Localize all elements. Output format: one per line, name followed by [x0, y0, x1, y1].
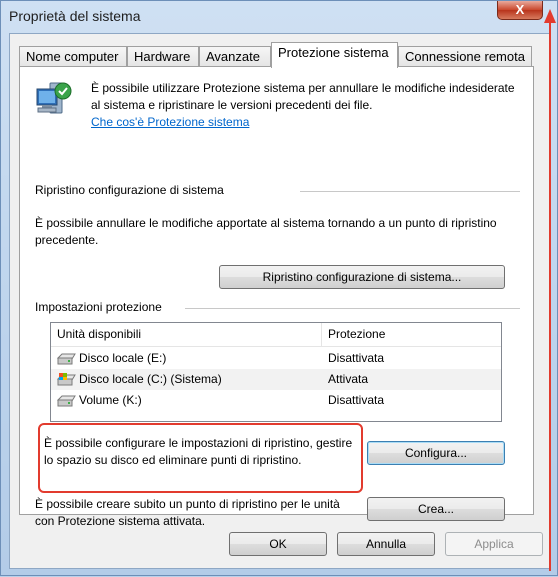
drive-row-k[interactable]: Volume (K:) Disattivata — [51, 390, 501, 411]
hard-drive-icon — [56, 395, 76, 407]
apply-button[interactable]: Applica — [445, 532, 543, 556]
configure-button[interactable]: Configura... — [367, 441, 505, 465]
drives-list-header: Unità disponibili Protezione — [51, 323, 501, 347]
what-is-system-protection-link[interactable]: Che cos'è Protezione sistema — [91, 115, 249, 129]
restore-section-title: Ripristino configurazione di sistema — [35, 183, 224, 197]
system-drive-icon — [56, 373, 76, 386]
tab-hardware[interactable]: Hardware — [127, 46, 199, 67]
close-button[interactable]: X — [497, 1, 543, 20]
system-properties-window: Proprietà del sistema X Nome computer Ha… — [0, 0, 558, 576]
drive-protection-status: Disattivata — [328, 393, 385, 407]
protection-section-divider — [185, 308, 520, 309]
ok-button[interactable]: OK — [229, 532, 327, 556]
cancel-button[interactable]: Annulla — [337, 532, 435, 556]
drive-name: Disco locale (C:) (Sistema) — [79, 372, 222, 386]
restore-description: È possibile annullare le modifiche appor… — [35, 216, 497, 247]
title-bar[interactable]: Proprietà del sistema X — [1, 1, 557, 33]
column-header-protection[interactable]: Protezione — [321, 323, 503, 347]
create-description: È possibile creare subito un punto di ri… — [35, 497, 340, 528]
hard-drive-icon — [56, 353, 76, 365]
red-highlight-annotation — [38, 423, 363, 493]
protection-section-title: Impostazioni protezione — [35, 300, 162, 314]
tab-nome-computer[interactable]: Nome computer — [19, 46, 127, 67]
window-title: Proprietà del sistema — [9, 8, 141, 24]
drive-protection-status: Attivata — [328, 372, 369, 386]
drives-list[interactable]: Unità disponibili Protezione Disco local… — [50, 322, 502, 422]
dialog-client-area: Nome computer Hardware Avanzate Protezio… — [9, 33, 551, 569]
drive-row-e[interactable]: Disco locale (E:) Disattivata — [51, 348, 501, 369]
intro-text-block: È possibile utilizzare Protezione sistem… — [91, 80, 521, 131]
drive-row-c[interactable]: Disco locale (C:) (Sistema) Attivata — [51, 369, 501, 390]
tab-connessione-remota[interactable]: Connessione remota — [398, 46, 532, 67]
drive-name: Volume (K:) — [79, 393, 142, 407]
system-restore-button[interactable]: Ripristino configurazione di sistema... — [219, 265, 505, 289]
restore-section-divider — [300, 191, 520, 192]
system-protection-icon — [36, 82, 72, 114]
tab-avanzate[interactable]: Avanzate — [199, 46, 271, 67]
system-protection-panel: È possibile utilizzare Protezione sistem… — [19, 66, 534, 528]
create-button[interactable]: Crea... — [367, 497, 505, 521]
drive-name: Disco locale (E:) — [79, 351, 167, 365]
intro-description: È possibile utilizzare Protezione sistem… — [91, 81, 515, 112]
column-header-drives[interactable]: Unità disponibili — [51, 323, 321, 347]
drive-protection-status: Disattivata — [328, 351, 385, 365]
tab-protezione-sistema[interactable]: Protezione sistema — [271, 42, 398, 68]
